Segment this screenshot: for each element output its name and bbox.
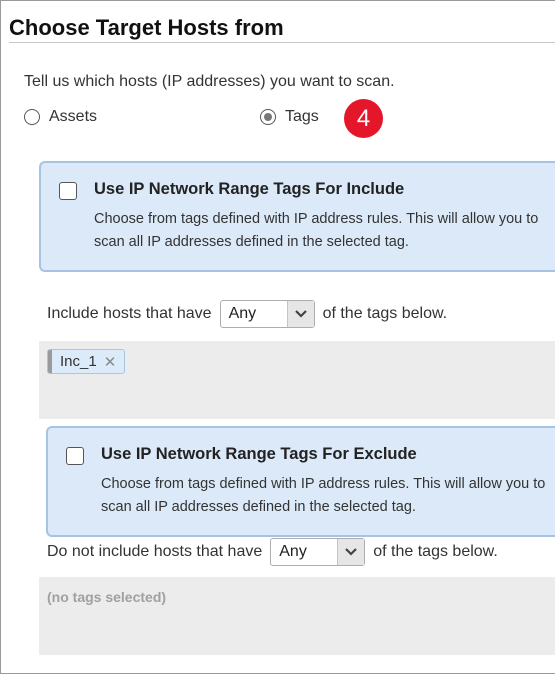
exclude-tags-list[interactable]: (no tags selected) (39, 577, 555, 655)
step-number-badge: 4 (344, 99, 383, 138)
assets-radio-label: Assets (49, 108, 98, 125)
chevron-down-icon[interactable] (337, 539, 365, 565)
section-title: Choose Target Hosts from (9, 15, 284, 40)
exclude-filter-row: Do not include hosts that have Any of th… (47, 537, 498, 567)
include-tags-panel: Use IP Network Range Tags For Include Ch… (39, 161, 555, 272)
include-filter-row: Include hosts that have Any of the tags … (47, 299, 447, 329)
close-icon[interactable]: ✕ (104, 353, 117, 371)
include-tags-list[interactable]: Inc_1 ✕ (39, 341, 555, 419)
exclude-tags-panel: Use IP Network Range Tags For Exclude Ch… (46, 426, 555, 537)
exclude-filter-suffix: of the tags below. (373, 543, 498, 560)
exclude-tags-checkbox[interactable] (66, 447, 84, 465)
chevron-down-icon[interactable] (286, 301, 314, 327)
include-filter-suffix: of the tags below. (322, 305, 448, 322)
scan-prompt: Tell us which hosts (IP addresses) you w… (24, 73, 395, 90)
exclude-tags-heading: Use IP Network Range Tags For Exclude (101, 445, 417, 463)
assets-radio-circle[interactable] (24, 109, 40, 125)
include-match-select[interactable]: Any (219, 300, 315, 328)
tag-chip-label: Inc_1 (60, 353, 97, 370)
tag-chip-handle (48, 350, 52, 373)
tags-radio[interactable]: Tags (260, 106, 319, 128)
include-filter-prefix: Include hosts that have (47, 305, 212, 322)
tag-chip[interactable]: Inc_1 ✕ (47, 349, 126, 374)
tags-radio-selected-dot (264, 113, 272, 121)
include-tags-checkbox[interactable] (59, 182, 77, 200)
include-tags-description: Choose from tags defined with IP address… (94, 211, 539, 250)
title-divider (9, 42, 555, 43)
target-hosts-section: Choose Target Hosts from Tell us which h… (0, 0, 555, 674)
exclude-match-select[interactable]: Any (270, 538, 366, 566)
exclude-filter-prefix: Do not include hosts that have (47, 543, 263, 560)
tags-radio-circle[interactable] (260, 109, 276, 125)
exclude-tags-description: Choose from tags defined with IP address… (101, 476, 546, 515)
assets-radio[interactable]: Assets (24, 106, 97, 128)
include-tags-heading: Use IP Network Range Tags For Include (94, 180, 405, 198)
tags-radio-label: Tags (285, 108, 319, 125)
exclude-match-value: Any (279, 543, 307, 560)
include-match-value: Any (228, 305, 257, 322)
no-tags-placeholder: (no tags selected) (47, 589, 167, 605)
